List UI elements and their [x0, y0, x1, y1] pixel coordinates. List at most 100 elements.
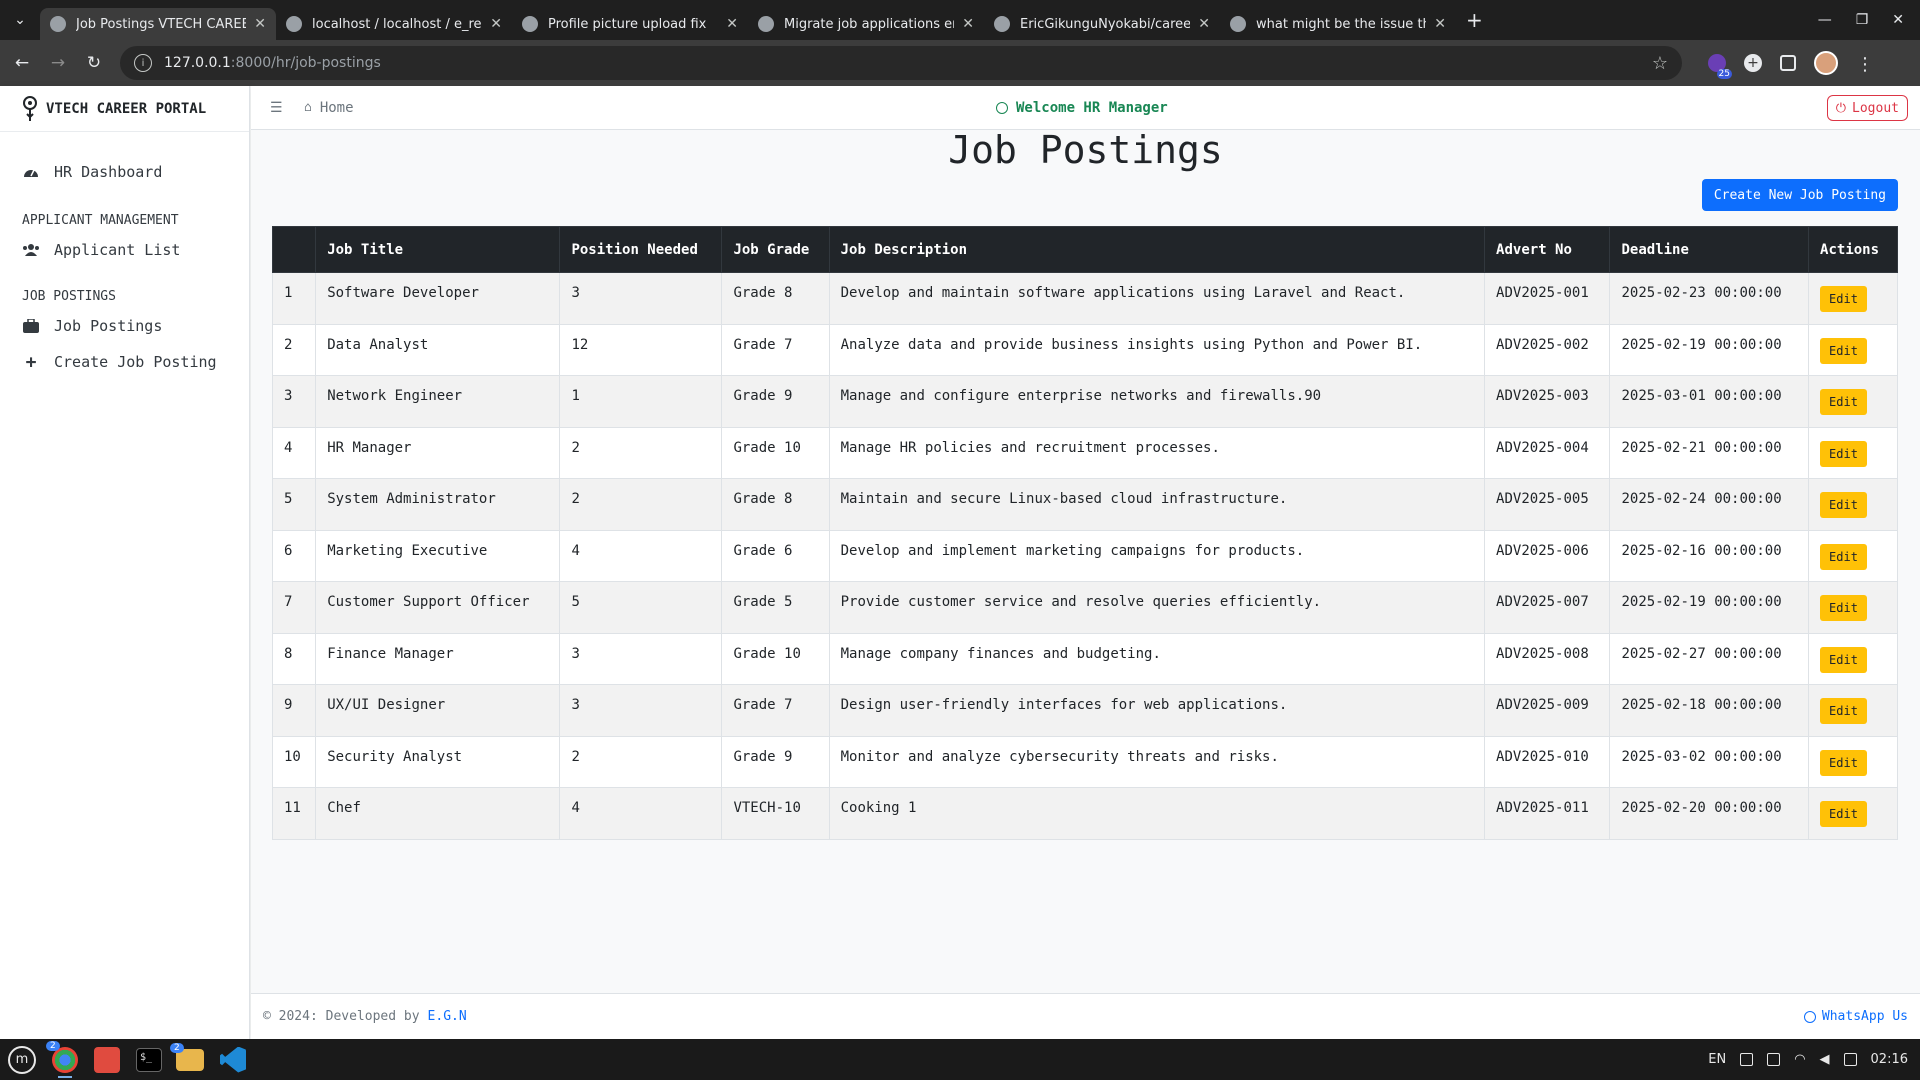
menu-toggle-icon[interactable]: ☰: [270, 100, 284, 116]
browser-tab[interactable]: EricGikunguNyokabi/career- ✕: [984, 8, 1220, 40]
job-title-cell: Security Analyst: [315, 735, 561, 788]
url-host: 127.0.0.1: [164, 55, 231, 71]
wifi-icon[interactable]: ◠: [1794, 1052, 1805, 1067]
deadline-cell: 2025-02-20 00:00:00: [1609, 787, 1810, 840]
deadline-cell: 2025-02-23 00:00:00: [1609, 272, 1810, 325]
tab-close-icon[interactable]: ✕: [726, 16, 738, 32]
tab-search-icon[interactable]: ⌄: [0, 0, 40, 40]
job-description-cell: Maintain and secure Linux-based cloud in…: [828, 478, 1486, 531]
user-circle-icon: [996, 101, 1008, 114]
logout-label: Logout: [1852, 100, 1899, 116]
new-tab-button[interactable]: +: [1466, 8, 1483, 32]
advert-no-cell: ADV2025-009: [1484, 684, 1611, 737]
create-job-posting-button[interactable]: Create New Job Posting: [1701, 179, 1898, 211]
edit-button[interactable]: Edit: [1820, 646, 1867, 673]
edit-button[interactable]: Edit: [1820, 698, 1867, 724]
browser-tab[interactable]: Migrate job applications erro ✕: [748, 8, 984, 40]
edit-button[interactable]: Edit: [1820, 749, 1867, 776]
advert-no-cell: ADV2025-010: [1484, 735, 1611, 788]
tab-close-icon[interactable]: ✕: [254, 16, 266, 32]
extensions-puzzle-icon[interactable]: [1780, 55, 1796, 71]
profile-avatar[interactable]: [1814, 51, 1838, 75]
whatsapp-link[interactable]: WhatsApp Us: [1803, 1009, 1908, 1024]
tab-close-icon[interactable]: ✕: [962, 16, 974, 32]
positions-cell: 2: [559, 478, 723, 531]
tab-close-icon[interactable]: ✕: [1434, 16, 1446, 32]
positions-cell: 4: [559, 529, 723, 582]
site-info-icon[interactable]: i: [134, 54, 152, 72]
job-description-cell: Design user-friendly interfaces for web …: [828, 684, 1486, 737]
reload-icon[interactable]: ↻: [76, 53, 112, 73]
sidebar-item-hr-dashboard[interactable]: HR Dashboard: [0, 154, 249, 190]
sidebar-item-applicant-list[interactable]: Applicant List: [0, 232, 249, 268]
edit-button[interactable]: Edit: [1820, 337, 1867, 364]
job-title-cell: HR Manager: [315, 426, 561, 479]
start-menu-icon[interactable]: m: [8, 1045, 36, 1074]
edit-button[interactable]: Edit: [1820, 801, 1867, 827]
extension-add-icon[interactable]: +: [1744, 54, 1762, 72]
chrome-taskbar-icon[interactable]: 2: [46, 1040, 78, 1078]
copyright-text: © 2024: Developed by: [263, 1009, 420, 1024]
forward-icon[interactable]: →: [40, 53, 76, 73]
actions-cell: Edit: [1808, 632, 1898, 685]
app-taskbar-icon[interactable]: [94, 1046, 120, 1073]
edit-button[interactable]: Edit: [1820, 492, 1867, 518]
column-header: Deadline: [1609, 226, 1810, 273]
job-title-cell: Data Analyst: [315, 323, 561, 376]
job-grade-cell: Grade 6: [721, 529, 830, 582]
browser-menu-icon[interactable]: ⋮: [1856, 54, 1874, 75]
sidebar-item-create-job-posting[interactable]: + Create Job Posting: [0, 344, 249, 380]
sidebar-item-label: Create Job Posting: [54, 353, 217, 371]
files-taskbar-icon[interactable]: 2: [170, 1042, 204, 1071]
positions-cell: 5: [559, 581, 723, 634]
browser-tab[interactable]: localhost / localhost / e_recr ✕: [276, 8, 512, 40]
tab-title: what might be the issue that: [1256, 16, 1427, 32]
close-window-icon[interactable]: ✕: [1892, 12, 1904, 28]
browser-tab[interactable]: Profile picture upload fix ✕: [512, 8, 748, 40]
positions-cell: 2: [559, 735, 723, 788]
minimize-icon[interactable]: —: [1818, 12, 1832, 28]
vscode-taskbar-icon[interactable]: [220, 1046, 246, 1073]
positions-cell: 12: [559, 323, 723, 376]
job-description-cell: Provide customer service and resolve que…: [828, 581, 1486, 634]
terminal-taskbar-icon[interactable]: $_: [136, 1047, 162, 1072]
edit-button[interactable]: Edit: [1820, 286, 1867, 312]
clipboard-icon[interactable]: [1740, 1053, 1754, 1066]
deadline-cell: 2025-02-27 00:00:00: [1609, 632, 1810, 685]
tab-close-icon[interactable]: ✕: [490, 16, 502, 32]
logout-button[interactable]: ⏻ Logout: [1826, 95, 1908, 121]
back-icon[interactable]: ←: [4, 53, 40, 73]
extension-icon[interactable]: 25: [1708, 54, 1732, 79]
welcome-message: Welcome HR Manager: [996, 100, 1168, 116]
clock[interactable]: 02:16: [1871, 1052, 1908, 1067]
sidebar-item-job-postings[interactable]: Job Postings: [0, 308, 249, 344]
brand[interactable]: VTECH CAREER PORTAL: [0, 86, 249, 132]
tab-close-icon[interactable]: ✕: [1198, 16, 1210, 32]
edit-button[interactable]: Edit: [1820, 543, 1867, 570]
battery-icon[interactable]: [1843, 1053, 1857, 1066]
edit-button[interactable]: Edit: [1820, 389, 1867, 415]
shield-icon[interactable]: [1767, 1053, 1781, 1066]
volume-icon[interactable]: ◀: [1820, 1052, 1830, 1067]
table-header-row: Job Title Position Needed Job Grade Job Des…: [271, 226, 1898, 273]
home-link[interactable]: ⌂ Home: [304, 100, 354, 116]
keyboard-layout[interactable]: EN: [1708, 1052, 1726, 1067]
positions-cell: 3: [559, 272, 723, 325]
sidebar-item-label: Applicant List: [54, 241, 181, 259]
power-icon: ⏻: [1835, 100, 1847, 116]
bookmark-star-icon[interactable]: ☆: [1652, 53, 1668, 74]
restore-icon[interactable]: ❐: [1856, 12, 1869, 28]
developer-link[interactable]: E.G.N: [428, 1009, 467, 1024]
job-grade-cell: Grade 9: [721, 375, 830, 428]
table-row: 4 HR Manager 2 Grade 10 Manage HR policies a…: [271, 426, 1898, 479]
job-description-cell: Manage HR policies and recruitment proce…: [828, 426, 1486, 479]
address-bar[interactable]: i 127.0.0.1 :8000/hr/job-postings ☆: [120, 46, 1682, 80]
users-icon: [22, 242, 40, 258]
sidebar-item-label: Job Postings: [54, 317, 163, 335]
browser-tab[interactable]: Job Postings VTECH CAREER ✕: [40, 8, 276, 40]
tab-favicon-icon: [758, 16, 774, 32]
plus-icon: +: [25, 351, 37, 373]
edit-button[interactable]: Edit: [1820, 440, 1867, 467]
browser-tab[interactable]: what might be the issue that ✕: [1220, 8, 1456, 40]
edit-button[interactable]: Edit: [1820, 595, 1867, 621]
